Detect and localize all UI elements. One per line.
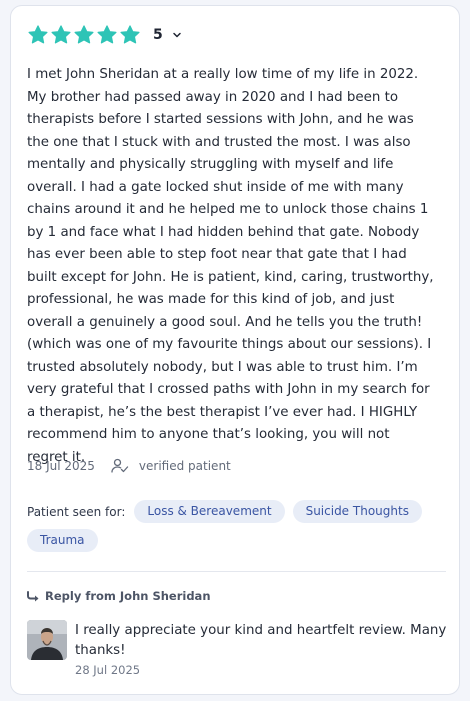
star-icon [51,25,71,44]
star-icon [28,25,48,44]
star-rating [27,24,141,46]
chevron-down-icon[interactable] [171,29,183,41]
reply-text: I really appreciate your kind and heartf… [75,623,447,658]
reply-body: I really appreciate your kind and heartf… [75,621,455,677]
reply-arrow-icon [27,591,39,602]
avatar-photo [27,620,67,660]
divider [27,571,446,572]
star-icon [97,25,117,44]
review-text: I met John Sheridan at a really low time… [27,67,434,465]
star-icon [120,25,140,44]
tag-loss-bereavement[interactable]: Loss & Bereavement [134,500,285,523]
seen-for-label: Patient seen for: [27,504,126,519]
reply-heading-text: Reply from John Sheridan [45,589,211,603]
review-card: 5 I met John Sheridan at a really low ti… [10,5,460,695]
reply-heading: Reply from John Sheridan [27,589,211,603]
avatar [27,620,67,660]
rating-value: 5 [153,27,163,43]
patient-seen-for: Patient seen for: Loss & Bereavement Sui… [27,500,447,552]
review-date: 18 Jul 2025 [27,459,95,473]
tag-suicide-thoughts[interactable]: Suicide Thoughts [292,500,422,523]
verified-user-icon [111,458,129,473]
tag-trauma[interactable]: Trauma [27,529,98,552]
verified-label: verified patient [138,459,231,473]
star-icon [74,25,94,44]
rating-row[interactable]: 5 [27,24,183,46]
review-meta: 18 Jul 2025 verified patient [27,458,231,474]
reply-date: 28 Jul 2025 [75,663,141,677]
